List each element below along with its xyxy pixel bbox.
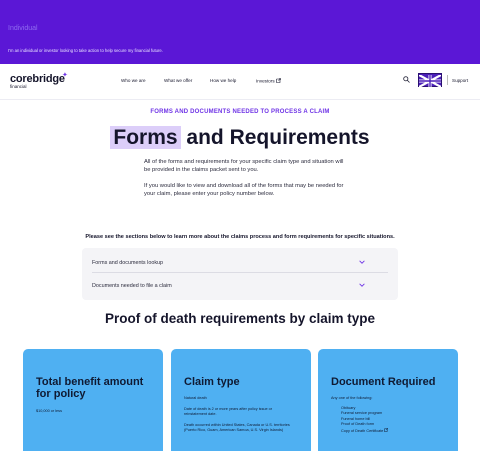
card-line: Date of death is 2 or more years after p… bbox=[184, 407, 273, 417]
card-title: Total benefit amount for policy bbox=[36, 376, 144, 400]
card-benefit-amount: Total benefit amount for policy $10,000 … bbox=[23, 349, 163, 451]
logo-wordmark: corebridge bbox=[10, 73, 65, 85]
search-icon[interactable] bbox=[403, 76, 410, 83]
page-title-highlight: Forms bbox=[110, 126, 181, 149]
card-title: Document Required bbox=[331, 376, 436, 388]
banner-title[interactable]: Individual bbox=[8, 25, 38, 32]
accordion-forms-lookup[interactable]: Forms and documents lookup bbox=[92, 253, 388, 273]
region-flag-icon[interactable] bbox=[418, 73, 442, 88]
section-title: Proof of death requirements by claim typ… bbox=[104, 311, 376, 326]
card-line: Death occurred within United States, Can… bbox=[184, 423, 290, 433]
card-document-required: Document Required Any one of the followi… bbox=[318, 349, 458, 451]
document-list: Obituary Funeral service program Funeral… bbox=[341, 406, 389, 434]
chevron-down-icon bbox=[359, 283, 365, 287]
accordion-divider bbox=[92, 272, 388, 273]
audience-banner: Individual I'm an individual or investor… bbox=[0, 0, 480, 64]
external-link-icon bbox=[276, 78, 281, 83]
page-eyebrow: FORMS AND DOCUMENTS NEEDED TO PROCESS A … bbox=[150, 109, 330, 115]
corebridge-logo[interactable]: corebridge financial ✦ bbox=[10, 72, 68, 89]
nav-support[interactable]: Support bbox=[452, 78, 468, 83]
logo-spark-icon: ✦ bbox=[62, 72, 68, 79]
card-line: $10,000 or less bbox=[36, 409, 62, 413]
accordion-documents-needed[interactable]: Documents needed to file a claim bbox=[92, 276, 388, 296]
intro-paragraph-1: All of the forms and requirements for yo… bbox=[144, 159, 344, 173]
list-item[interactable]: Copy of Death Certificate bbox=[341, 427, 389, 434]
card-title: Claim type bbox=[184, 376, 240, 388]
nav-who-we-are[interactable]: Who we are bbox=[121, 78, 146, 83]
nav-how-we-help[interactable]: How we help bbox=[210, 78, 236, 83]
banner-description: I'm an individual or investor looking to… bbox=[8, 48, 163, 53]
nav-what-we-offer[interactable]: What we offer bbox=[164, 78, 192, 83]
accordion-label: Documents needed to file a claim bbox=[92, 283, 172, 289]
intro-paragraph-2: If you would like to view and download a… bbox=[144, 183, 344, 197]
nav-divider bbox=[447, 75, 448, 85]
card-line: Any one of the following: bbox=[331, 396, 373, 400]
nav-investors[interactable]: Investors bbox=[256, 78, 281, 84]
accordion-label: Forms and documents lookup bbox=[92, 260, 164, 266]
chevron-down-icon bbox=[359, 260, 365, 264]
external-link-icon bbox=[384, 427, 389, 432]
card-line: Natural death bbox=[184, 396, 207, 400]
sections-note: Please see the sections below to learn m… bbox=[85, 234, 395, 240]
page-title: Forms and Requirements bbox=[0, 126, 480, 150]
card-claim-type: Claim type Natural death Date of death i… bbox=[171, 349, 311, 451]
list-item-label: Copy of Death Certificate bbox=[341, 428, 384, 433]
nav-investors-label: Investors bbox=[256, 78, 275, 84]
page-title-rest: and Requirements bbox=[180, 126, 370, 149]
